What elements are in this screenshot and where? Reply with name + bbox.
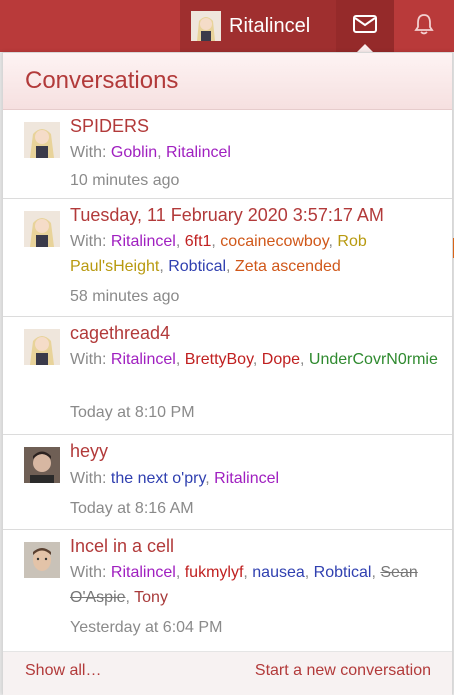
participant-link[interactable]: Ritalincel (214, 470, 279, 487)
user-avatar (191, 11, 221, 41)
conversation-avatar (24, 329, 60, 365)
conversations-dropdown: Conversations SPIDERS With: Goblin, Rita… (2, 52, 453, 695)
conversation-item[interactable]: SPIDERS With: Goblin, Ritalincel 10 minu… (3, 110, 452, 199)
conversation-time: Today at 8:10 PM (70, 404, 195, 421)
participant-link[interactable]: Ritalincel (166, 144, 231, 161)
conversation-participants: With: the next o'pry, Ritalincel (70, 470, 280, 487)
conversation-time: Today at 8:16 AM (70, 500, 194, 517)
conversation-item[interactable]: Tuesday, 11 February 2020 3:57:17 AM Wit… (3, 199, 452, 317)
conversation-participants: With: Ritalincel, 6ft1, cocainecowboy, R… (70, 233, 367, 275)
participant-link[interactable]: Robtical (168, 258, 226, 275)
participant-link[interactable]: Dope (262, 351, 300, 368)
participant-link[interactable]: Ritalincel (111, 564, 176, 581)
participant-link[interactable]: cocainecowboy (220, 233, 328, 250)
participant-link[interactable]: Robtical (314, 564, 372, 581)
conversation-item[interactable]: Incel in a cell With: Ritalincel, fukmyl… (3, 530, 452, 650)
participant-link[interactable]: UnderCovrN0rmie (309, 351, 438, 368)
participant-link[interactable]: Ritalincel (111, 351, 176, 368)
dropdown-title: Conversations (25, 67, 179, 94)
conversation-participants: With: Ritalincel, fukmylyf, nausea, Robt… (70, 564, 418, 606)
participant-link[interactable]: 6ft1 (185, 233, 212, 250)
participant-link[interactable]: Zeta ascended (235, 258, 341, 275)
username-label: Ritalincel (229, 14, 311, 37)
start-conversation-link[interactable]: Start a new conversation (255, 662, 431, 680)
conversation-title[interactable]: Tuesday, 11 February 2020 3:57:17 AM (70, 205, 384, 226)
user-menu[interactable]: Ritalincel (180, 0, 336, 52)
dropdown-header: Conversations (3, 53, 452, 110)
participant-link[interactable]: Ritalincel (111, 233, 176, 250)
conversation-avatar (24, 447, 60, 483)
conversation-avatar (24, 542, 60, 578)
conversation-time: Yesterday at 6:04 PM (70, 619, 223, 636)
conversation-participants: With: Goblin, Ritalincel (70, 144, 231, 161)
show-all-link[interactable]: Show all… (25, 662, 101, 680)
conversation-title[interactable]: SPIDERS (70, 116, 149, 137)
participant-link[interactable]: fukmylyf (185, 564, 244, 581)
conversation-time: 58 minutes ago (70, 288, 180, 305)
conversation-participants: With: Ritalincel, BrettyBoy, Dope, Under… (70, 351, 438, 368)
conversation-avatar (24, 211, 60, 247)
participant-link[interactable]: Tony (134, 589, 168, 606)
alerts-button[interactable] (394, 0, 454, 52)
participant-link[interactable]: nausea (252, 564, 305, 581)
dropdown-caret (357, 44, 373, 52)
participant-link[interactable]: the next o'pry (111, 470, 205, 487)
conversation-title[interactable]: heyy (70, 441, 108, 462)
participant-link[interactable]: BrettyBoy (185, 351, 253, 368)
dropdown-footer: Show all… Start a new conversation (3, 651, 452, 695)
conversation-title[interactable]: cagethread4 (70, 323, 170, 344)
participant-link[interactable]: Goblin (111, 144, 157, 161)
conversation-avatar (24, 122, 60, 158)
bell-icon (414, 13, 434, 40)
conversation-title[interactable]: Incel in a cell (70, 536, 174, 557)
conversation-time: 10 minutes ago (70, 172, 180, 189)
conversation-item[interactable]: heyy With: the next o'pry, Ritalincel To… (3, 435, 452, 530)
conversation-item[interactable]: cagethread4 With: Ritalincel, BrettyBoy,… (3, 317, 452, 435)
envelope-icon (353, 14, 377, 38)
top-navigation-bar: Ritalincel (0, 0, 454, 52)
